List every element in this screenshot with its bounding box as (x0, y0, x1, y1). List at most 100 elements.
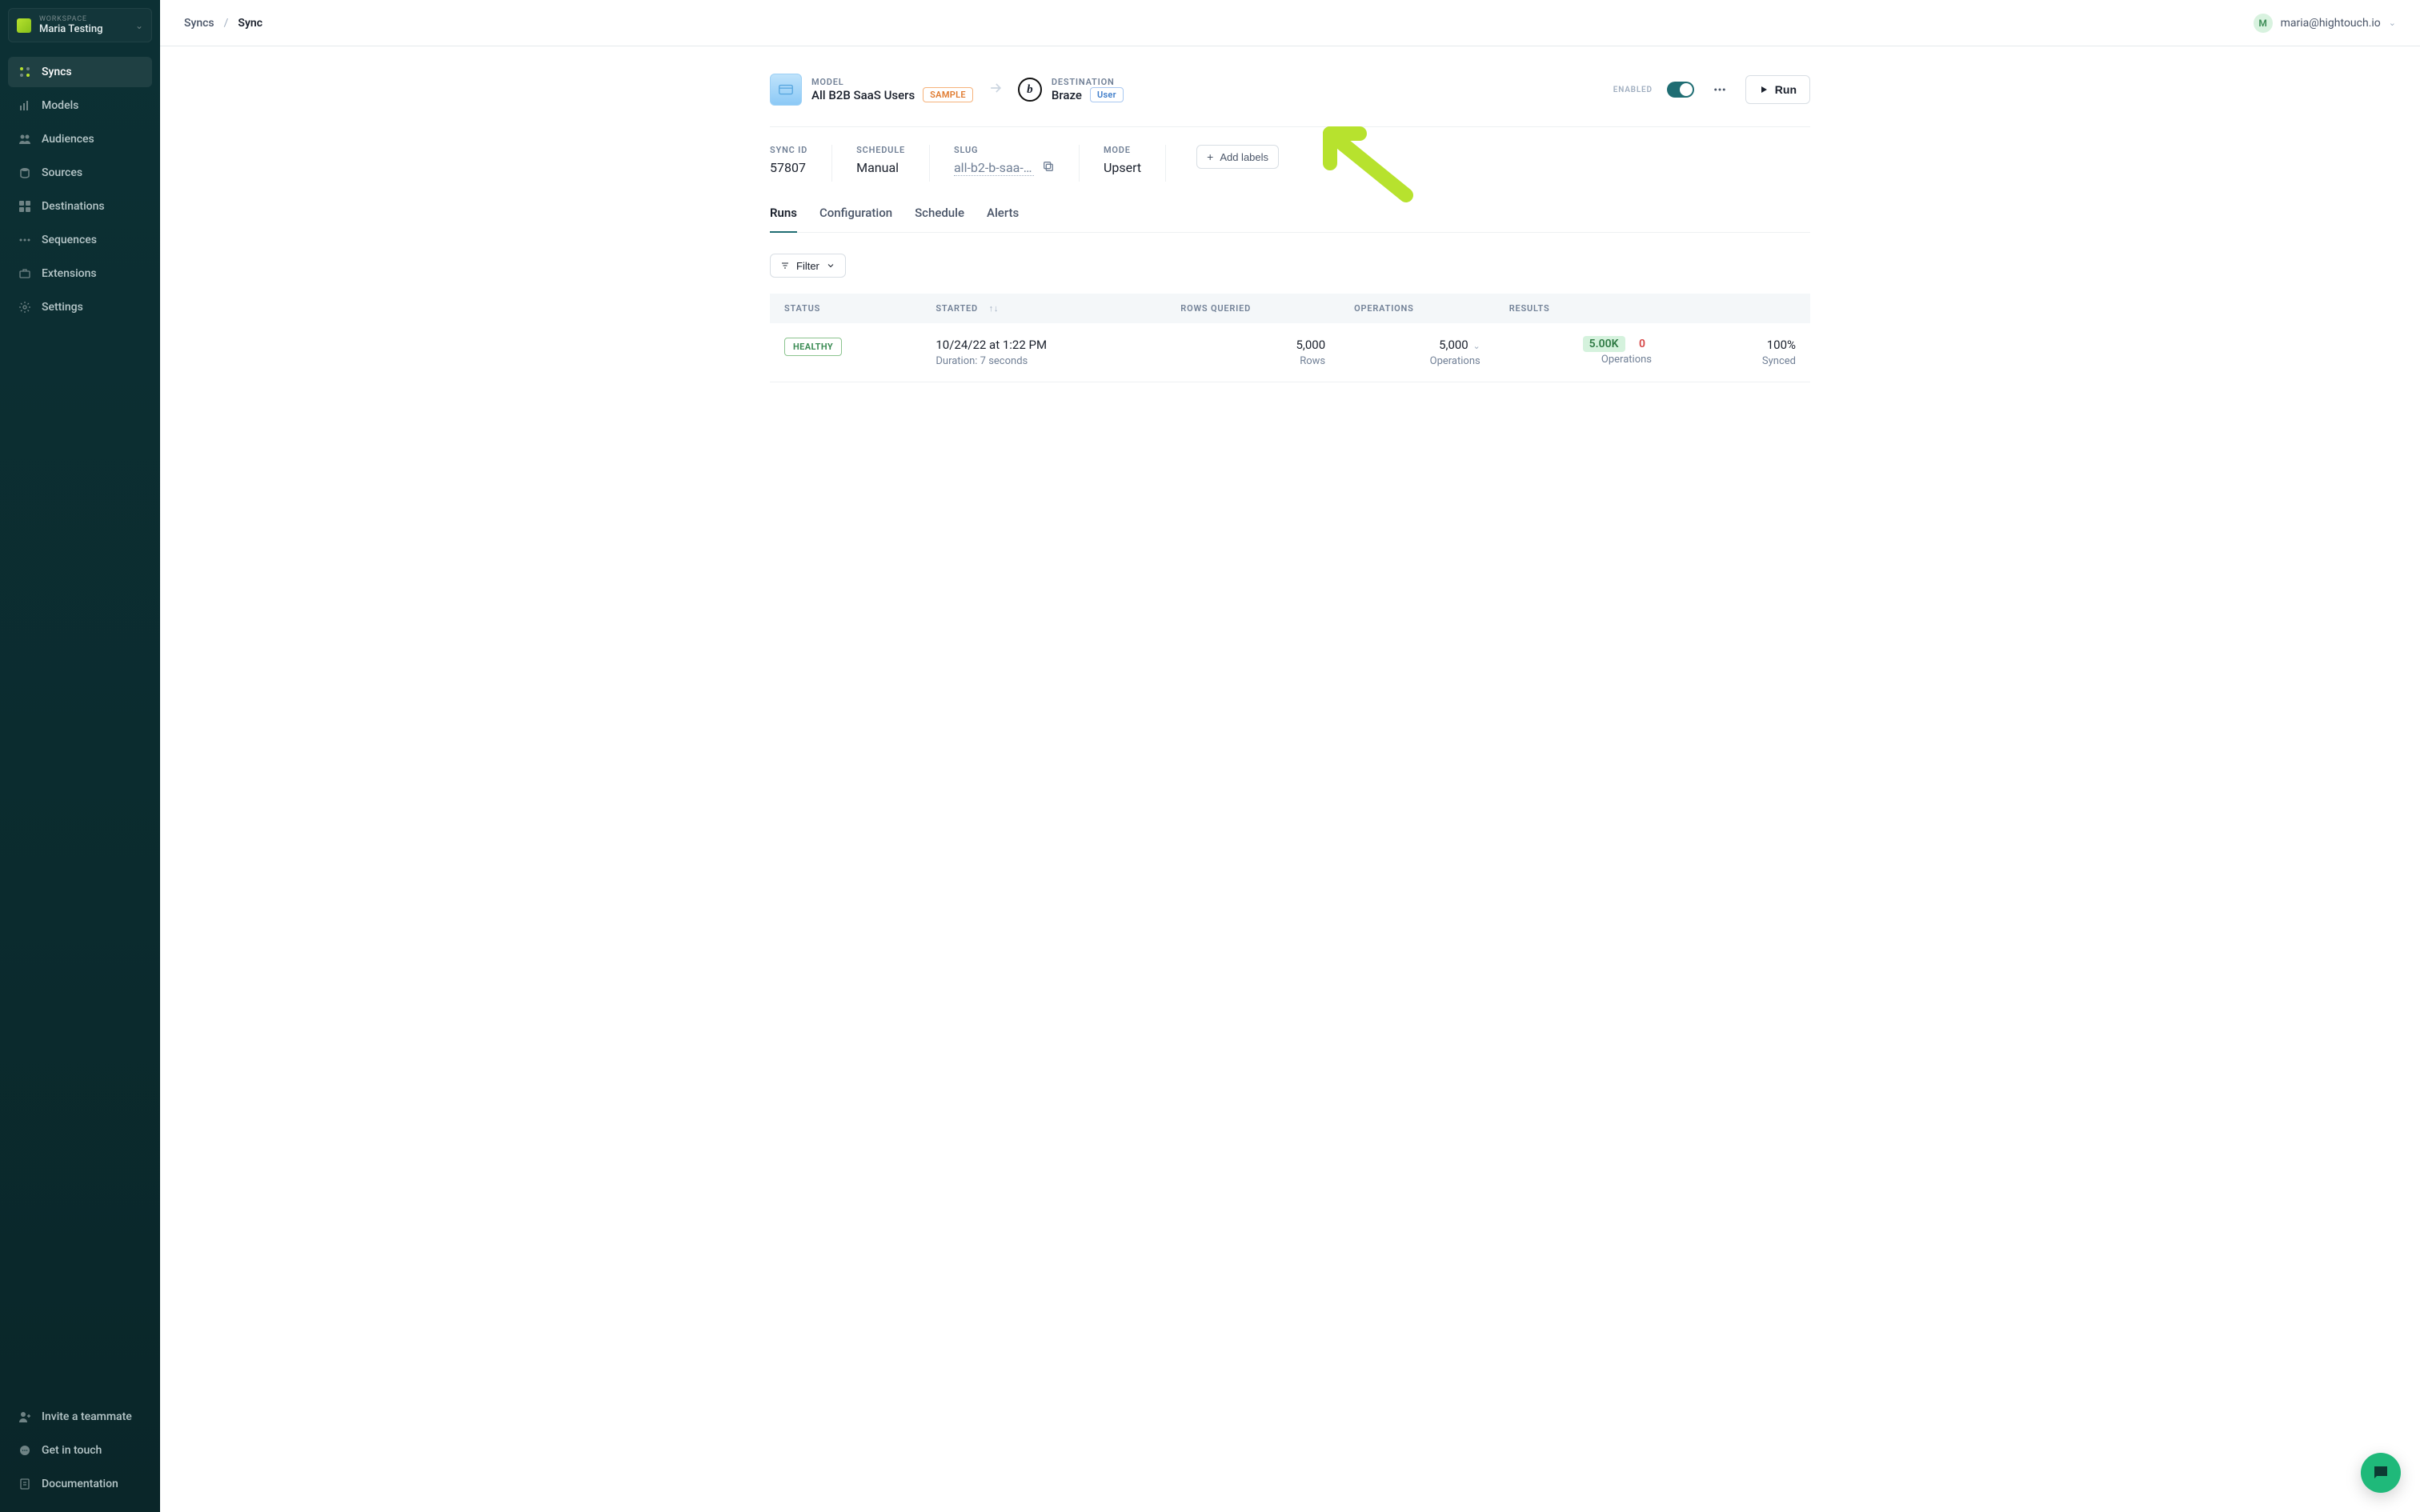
slug-value[interactable]: all-b2-b-saa-s… (954, 160, 1034, 176)
play-icon (1759, 85, 1769, 94)
tab-runs[interactable]: Runs (770, 206, 797, 233)
sidebar-item-label: Documentation (42, 1478, 118, 1490)
destination-icon: b (1018, 78, 1042, 102)
synced-value: 100% (1681, 338, 1796, 352)
run-button-label: Run (1775, 83, 1797, 96)
sync-meta: SYNC ID 57807 SCHEDULE Manual SLUG all-b… (770, 126, 1810, 182)
col-ops[interactable]: OPERATIONS (1340, 294, 1495, 323)
sidebar-footer: Invite a teammate Get in touch Documenta… (8, 1402, 152, 1504)
intercom-launcher[interactable] (2361, 1453, 2401, 1493)
sidebar-item-audiences[interactable]: Audiences (8, 124, 152, 154)
sync-id-label: SYNC ID (770, 145, 807, 155)
primary-nav: Syncs Models Audiences Sources Destinati… (8, 57, 152, 322)
model-source-icon (770, 74, 802, 106)
runs-table: STATUS STARTED ↑↓ ROWS QUERIED OPERATION… (770, 294, 1810, 382)
sidebar-item-models[interactable]: Models (8, 90, 152, 121)
results-error: 0 (1633, 336, 1652, 352)
sidebar-item-settings[interactable]: Settings (8, 292, 152, 322)
breadcrumb-parent[interactable]: Syncs (184, 17, 214, 30)
extensions-icon (18, 266, 32, 281)
mode-label: MODE (1104, 145, 1141, 155)
sidebar-item-label: Invite a teammate (42, 1410, 132, 1423)
filter-button[interactable]: Filter (770, 254, 846, 278)
sidebar-item-invite[interactable]: Invite a teammate (8, 1402, 152, 1432)
sources-icon (18, 166, 32, 180)
sidebar-item-label: Models (42, 99, 78, 112)
enabled-label: ENABLED (1613, 86, 1653, 94)
filter-label: Filter (796, 260, 819, 272)
rows-value: 5,000 (1180, 338, 1325, 352)
destination-entity[interactable]: b DESTINATION Braze User (1018, 77, 1124, 102)
col-rows[interactable]: ROWS QUERIED (1166, 294, 1340, 323)
sidebar-item-label: Sources (42, 166, 82, 179)
started-value: 10/24/22 at 1:22 PM (936, 338, 1152, 352)
sidebar-item-label: Settings (42, 301, 83, 314)
sidebar-item-label: Destinations (42, 200, 105, 213)
workspace-switcher[interactable]: WORKSPACE Maria Testing ⌄ (8, 8, 152, 42)
destinations-icon (18, 199, 32, 214)
sidebar-item-destinations[interactable]: Destinations (8, 191, 152, 222)
add-labels-button[interactable]: + Add labels (1196, 145, 1279, 169)
chevron-down-icon: ⌄ (2389, 18, 2396, 28)
sequences-icon (18, 233, 32, 247)
sort-icon: ↑↓ (989, 303, 1000, 314)
filter-icon (780, 261, 790, 270)
sidebar-item-get-in-touch[interactable]: Get in touch (8, 1435, 152, 1466)
model-entity[interactable]: MODEL All B2B SaaS Users SAMPLE (770, 74, 973, 106)
ops-value: 5,000 ⌄ (1354, 338, 1480, 352)
sidebar-item-label: Sequences (42, 234, 97, 246)
tab-configuration[interactable]: Configuration (819, 206, 892, 233)
slug-label: SLUG (954, 145, 1055, 155)
tab-schedule[interactable]: Schedule (915, 206, 964, 233)
chat-icon (18, 1443, 32, 1458)
sidebar-item-extensions[interactable]: Extensions (8, 258, 152, 289)
schedule-label: SCHEDULE (856, 145, 905, 155)
results-success: 5.00K (1583, 336, 1625, 352)
sidebar-item-syncs[interactable]: Syncs (8, 57, 152, 87)
user-email: maria@hightouch.io (2281, 17, 2381, 30)
schedule-value: Manual (856, 160, 905, 175)
col-status[interactable]: STATUS (770, 294, 921, 323)
chevron-down-icon: ⌄ (135, 20, 143, 31)
syncs-icon (18, 65, 32, 79)
sidebar-item-label: Syncs (42, 66, 72, 78)
more-actions-button[interactable] (1709, 78, 1731, 101)
results-label: Operations (1509, 354, 1652, 366)
destination-object-tag: User (1090, 87, 1124, 102)
workspace-label: WORKSPACE (39, 15, 127, 23)
user-menu[interactable]: M maria@hightouch.io ⌄ (2254, 14, 2396, 33)
annotation-arrow-icon (1314, 119, 1418, 207)
models-icon (18, 98, 32, 113)
sidebar: WORKSPACE Maria Testing ⌄ Syncs Models A… (0, 0, 160, 1512)
destination-label: DESTINATION (1052, 77, 1124, 87)
enabled-toggle[interactable] (1667, 82, 1694, 98)
sidebar-item-label: Audiences (42, 133, 94, 146)
header-actions: ENABLED Run (1613, 75, 1810, 104)
duration-value: Duration: 7 seconds (936, 355, 1152, 367)
table-row[interactable]: HEALTHY 10/24/22 at 1:22 PM Duration: 7 … (770, 323, 1810, 382)
model-name: All B2B SaaS Users (811, 88, 915, 102)
col-results[interactable]: RESULTS (1495, 294, 1666, 323)
rows-label: Rows (1180, 355, 1325, 367)
breadcrumb-separator: / (224, 17, 229, 30)
sync-tabs: Runs Configuration Schedule Alerts (770, 206, 1810, 233)
sidebar-item-label: Extensions (42, 267, 97, 280)
workspace-name: Maria Testing (39, 23, 127, 35)
content: MODEL All B2B SaaS Users SAMPLE b DESTIN… (160, 46, 2420, 1512)
run-button[interactable]: Run (1745, 75, 1810, 104)
sidebar-item-sources[interactable]: Sources (8, 158, 152, 188)
arrow-right-icon (988, 80, 1004, 99)
sync-id-value: 57807 (770, 160, 807, 175)
model-label: MODEL (811, 77, 973, 87)
tab-alerts[interactable]: Alerts (987, 206, 1019, 233)
sidebar-item-documentation[interactable]: Documentation (8, 1469, 152, 1499)
add-labels-text: Add labels (1220, 151, 1268, 163)
synced-label: Synced (1681, 355, 1796, 367)
copy-icon[interactable] (1042, 160, 1055, 176)
breadcrumb: Syncs / Sync (184, 17, 262, 30)
col-started[interactable]: STARTED ↑↓ (921, 294, 1166, 323)
invite-icon (18, 1410, 32, 1424)
sidebar-item-sequences[interactable]: Sequences (8, 225, 152, 255)
chevron-down-icon (826, 261, 835, 270)
chevron-down-icon[interactable]: ⌄ (1472, 341, 1480, 351)
